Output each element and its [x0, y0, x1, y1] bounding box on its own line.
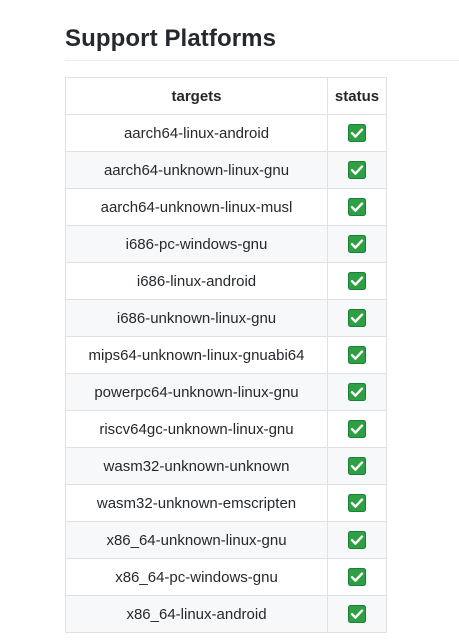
status-cell	[327, 558, 387, 596]
check-mark-button-icon	[348, 457, 366, 476]
target-cell: riscv64gc-unknown-linux-gnu	[65, 410, 328, 448]
status-cell	[327, 410, 387, 448]
table-row: wasm32-unknown-unknown	[65, 447, 387, 485]
check-mark-button-icon	[348, 235, 366, 254]
target-cell: wasm32-unknown-emscripten	[65, 484, 328, 522]
check-mark-button-icon	[348, 605, 366, 624]
table-row: aarch64-unknown-linux-musl	[65, 188, 387, 226]
check-mark-button-icon	[348, 346, 366, 365]
target-cell: x86_64-linux-android	[65, 595, 328, 633]
status-cell	[327, 262, 387, 300]
table-row: x86_64-pc-windows-gnu	[65, 558, 387, 596]
check-mark-button-icon	[348, 124, 366, 143]
status-cell	[327, 373, 387, 411]
support-platforms-table: targets status aarch64-linux-android aarc…	[65, 77, 387, 633]
target-cell: wasm32-unknown-unknown	[65, 447, 328, 485]
target-cell: aarch64-unknown-linux-gnu	[65, 151, 328, 189]
check-mark-button-icon	[348, 420, 366, 439]
page-title: Support Platforms	[65, 25, 277, 52]
target-cell: aarch64-unknown-linux-musl	[65, 188, 328, 226]
table-row: x86_64-unknown-linux-gnu	[65, 521, 387, 559]
table-row: aarch64-linux-android	[65, 114, 387, 152]
status-cell	[327, 151, 387, 189]
status-cell	[327, 595, 387, 633]
target-cell: i686-pc-windows-gnu	[65, 225, 328, 263]
table-row: i686-pc-windows-gnu	[65, 225, 387, 263]
status-cell	[327, 336, 387, 374]
table-row: x86_64-linux-android	[65, 595, 387, 633]
table-row: wasm32-unknown-emscripten	[65, 484, 387, 522]
check-mark-button-icon	[348, 531, 366, 550]
heading-divider	[65, 60, 459, 61]
column-header-status: status	[327, 77, 387, 115]
check-mark-button-icon	[348, 309, 366, 328]
status-cell	[327, 299, 387, 337]
status-cell	[327, 114, 387, 152]
table-row: powerpc64-unknown-linux-gnu	[65, 373, 387, 411]
check-mark-button-icon	[348, 494, 366, 513]
table-header-row: targets status	[65, 77, 387, 115]
check-mark-button-icon	[348, 272, 366, 291]
check-mark-button-icon	[348, 198, 366, 217]
table-row: i686-linux-android	[65, 262, 387, 300]
check-mark-button-icon	[348, 568, 366, 587]
status-cell	[327, 225, 387, 263]
table-row: riscv64gc-unknown-linux-gnu	[65, 410, 387, 448]
table-row: mips64-unknown-linux-gnuabi64	[65, 336, 387, 374]
target-cell: mips64-unknown-linux-gnuabi64	[65, 336, 328, 374]
status-cell	[327, 484, 387, 522]
status-cell	[327, 447, 387, 485]
target-cell: x86_64-pc-windows-gnu	[65, 558, 328, 596]
status-cell	[327, 188, 387, 226]
table-row: i686-unknown-linux-gnu	[65, 299, 387, 337]
column-header-targets: targets	[65, 77, 328, 115]
target-cell: i686-linux-android	[65, 262, 328, 300]
table-row: aarch64-unknown-linux-gnu	[65, 151, 387, 189]
target-cell: x86_64-unknown-linux-gnu	[65, 521, 328, 559]
target-cell: aarch64-linux-android	[65, 114, 328, 152]
check-mark-button-icon	[348, 161, 366, 180]
target-cell: i686-unknown-linux-gnu	[65, 299, 328, 337]
status-cell	[327, 521, 387, 559]
target-cell: powerpc64-unknown-linux-gnu	[65, 373, 328, 411]
check-mark-button-icon	[348, 383, 366, 402]
